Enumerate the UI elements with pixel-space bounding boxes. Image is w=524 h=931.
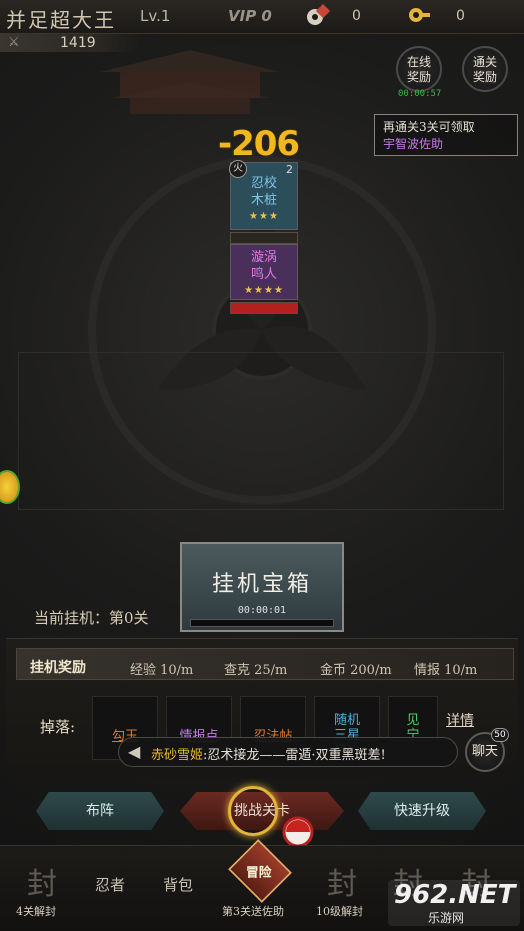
- online-reward-button[interactable]: 在线奖励: [396, 46, 442, 92]
- nav-ninja[interactable]: 忍者: [82, 860, 138, 910]
- online-timer: 00:00:57: [398, 89, 442, 99]
- battle-field-frame: [18, 352, 504, 510]
- reward-title: 挂机奖励: [30, 660, 86, 676]
- clear-reward-button[interactable]: 通关奖励: [462, 46, 508, 92]
- watermark-logo: 962.NET: [394, 880, 516, 910]
- vip-badge[interactable]: VIP 0: [228, 7, 272, 25]
- fire-element-icon: 火: [229, 160, 247, 178]
- chevron-left-icon[interactable]: ◀: [128, 742, 140, 761]
- nav-bag[interactable]: 背包: [150, 860, 206, 910]
- current-idle-stage: 当前挂机：第0关: [34, 609, 149, 627]
- chat-sender[interactable]: 赤砂雪姬: [151, 748, 203, 763]
- idle-chest-progress: [190, 619, 334, 627]
- chat-unread-badge: 50: [491, 728, 509, 742]
- intel-rate: 情报 10/m: [414, 663, 478, 678]
- damage-number: -206: [218, 124, 300, 164]
- drops-label: 掉落:: [40, 718, 76, 736]
- gold-rate: 金币 200/m: [320, 663, 392, 678]
- ally-name: 漩涡鸣人: [250, 250, 277, 282]
- nav-adventure-label: 冒险: [246, 864, 272, 880]
- ally-card[interactable]: 漩涡鸣人 ★★★★: [230, 244, 298, 300]
- event-icon[interactable]: [0, 470, 20, 504]
- coupon-icon[interactable]: [304, 4, 330, 28]
- stage-notice: 再通关3关可领取 宇智波佐助: [374, 114, 518, 156]
- clear-reward-label: 通关奖励: [472, 55, 497, 84]
- seal-icon: 封: [327, 867, 357, 902]
- ally-stars: ★★★★: [244, 285, 284, 296]
- exp-rate: 经验 10/m: [130, 663, 194, 678]
- online-reward-label: 在线奖励: [406, 55, 431, 84]
- details-link[interactable]: 详情: [446, 710, 474, 730]
- crossed-swords-icon: ⚔: [8, 35, 20, 50]
- seal-icon: 封: [27, 867, 57, 902]
- quick-upgrade-button[interactable]: 快速升级: [358, 792, 486, 830]
- notice-line2: 宇智波佐助: [383, 137, 444, 151]
- nav-locked-2-sub: 10级解封: [316, 905, 363, 918]
- nav-locked-1-sub: 4关解封: [16, 905, 56, 918]
- enemy-stars: ★★★: [249, 211, 279, 222]
- currency2-value: 0: [456, 8, 465, 24]
- currency1-value: 0: [352, 8, 361, 24]
- temple-backdrop: [100, 50, 280, 114]
- enemy-name: 忍校木桩: [250, 176, 277, 208]
- formation-button[interactable]: 布阵: [36, 792, 164, 830]
- gold-key-icon[interactable]: [406, 4, 432, 28]
- notice-line1: 再通关3关可领取: [383, 120, 475, 134]
- player-name[interactable]: 并足超大王: [6, 4, 116, 33]
- nav-adventure-sub: 第3关送佐助: [222, 905, 284, 918]
- chat-message: 赤砂雪姬:忍术接龙——雷遁·双重黑斑差!: [151, 744, 386, 763]
- idle-chest-timer: 00:00:01: [237, 605, 287, 616]
- chakra-rate: 查克 25/m: [224, 663, 288, 678]
- enemy-count: 2: [286, 163, 293, 176]
- idle-chest-button[interactable]: 挂机宝箱 00:00:01: [180, 542, 344, 632]
- ally-hp-bar: [230, 302, 298, 314]
- player-level: Lv.1: [140, 7, 171, 25]
- nav-bag-label: 背包: [162, 876, 193, 894]
- ally-hp-fill: [231, 303, 297, 313]
- watermark-sub: 乐游网: [428, 911, 465, 925]
- game-screen: 并足超大王 Lv.1 VIP 0 0 0 ⚔ 1419 在线奖励 00:00:5…: [0, 0, 524, 931]
- chat-body: :忍术接龙——雷遁·双重黑斑差!: [203, 748, 386, 763]
- idle-chest-title: 挂机宝箱: [211, 572, 312, 597]
- highlight-ring: [228, 786, 278, 836]
- enemy-hp-bar: [230, 232, 298, 244]
- nav-ninja-label: 忍者: [94, 876, 125, 894]
